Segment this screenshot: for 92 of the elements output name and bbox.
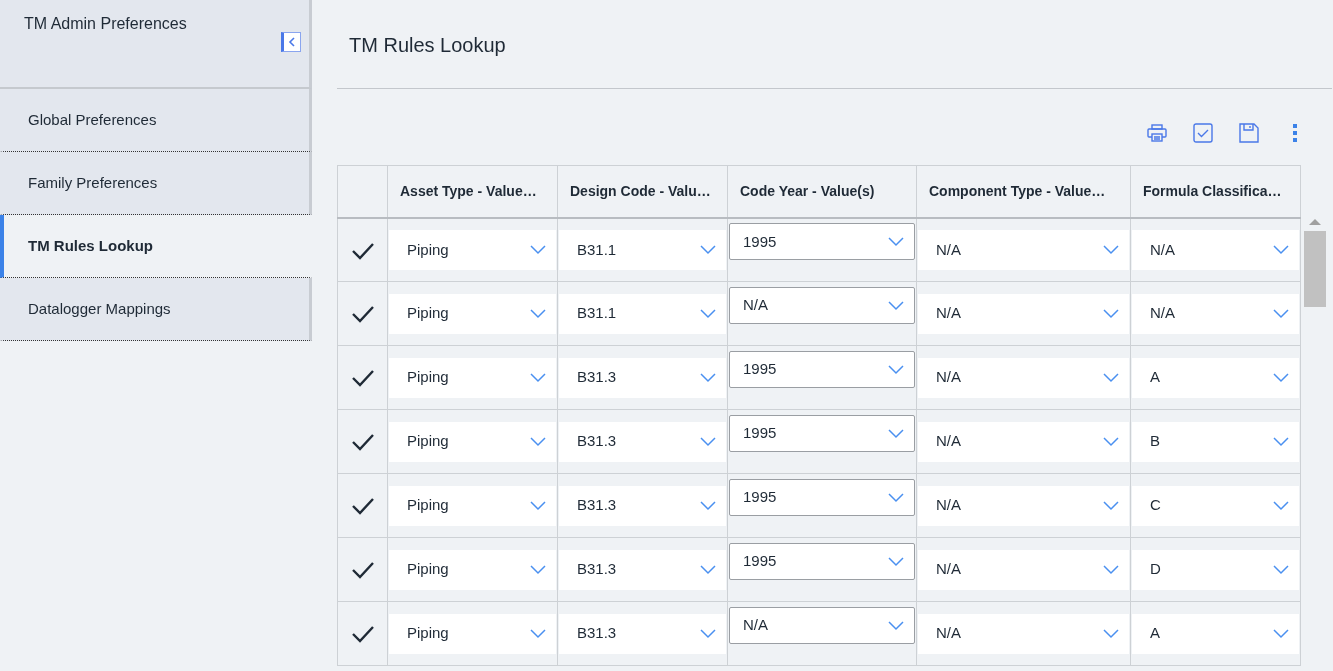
dropdown-field[interactable]: Piping (389, 549, 556, 590)
printer-icon (1147, 124, 1167, 142)
dropdown-field[interactable]: N/A (918, 485, 1129, 526)
more-icon (1292, 123, 1298, 143)
dropdown-field[interactable]: Piping (389, 613, 556, 654)
chevron-down-icon (1103, 628, 1119, 639)
page-title: TM Rules Lookup (349, 33, 507, 58)
checkbox-icon (1193, 123, 1213, 143)
combo-box[interactable]: 1995 (729, 479, 915, 516)
combo-box[interactable]: 1995 (729, 415, 915, 452)
combo-box[interactable]: 1995 (729, 351, 915, 388)
dropdown-field[interactable]: Piping (389, 485, 556, 526)
chevron-down-icon (1103, 500, 1119, 511)
collapse-button[interactable] (281, 32, 301, 52)
chevron-down-icon (530, 628, 546, 639)
dropdown-field[interactable]: C (1132, 485, 1299, 526)
chevron-down-icon (1103, 372, 1119, 383)
dropdown-field[interactable]: Piping (389, 421, 556, 462)
dropdown-field[interactable]: N/A (918, 421, 1129, 462)
dropdown-field[interactable]: A (1132, 613, 1299, 654)
column-header[interactable]: Asset Type - Value… (387, 165, 558, 218)
chevron-left-icon (288, 37, 296, 47)
sidebar-item[interactable]: Datalogger Mappings (0, 278, 312, 341)
dropdown-field[interactable]: B (1132, 421, 1299, 462)
dropdown-field[interactable]: N/A (918, 293, 1129, 334)
chevron-down-icon (1273, 500, 1289, 511)
chevron-down-icon (530, 436, 546, 447)
scroll-up-icon[interactable] (1308, 218, 1321, 225)
select-button[interactable] (1191, 121, 1215, 145)
dropdown-field[interactable]: B31.3 (559, 549, 726, 590)
combo-box[interactable]: 1995 (729, 223, 915, 261)
chevron-down-icon (700, 564, 716, 575)
sidebar-item[interactable]: TM Rules Lookup (0, 215, 312, 278)
chevron-down-icon (888, 492, 904, 503)
combo-box[interactable]: N/A (729, 287, 915, 324)
column-header[interactable]: Design Code - Valu… (557, 165, 728, 218)
combo-box[interactable]: 1995 (729, 543, 915, 580)
chevron-down-icon (1103, 308, 1119, 319)
dropdown-field[interactable]: Piping (389, 229, 556, 270)
column-header[interactable]: Component Type - Value… (916, 165, 1131, 218)
chevron-down-icon (700, 436, 716, 447)
chevron-down-icon (700, 500, 716, 511)
chevron-down-icon (700, 308, 716, 319)
dropdown-field[interactable]: N/A (918, 613, 1129, 654)
scrollbar-thumb[interactable] (1303, 231, 1326, 307)
chevron-down-icon (530, 564, 546, 575)
combo-box[interactable]: N/A (729, 607, 915, 644)
dropdown-field[interactable]: B31.3 (559, 357, 726, 398)
chevron-down-icon (1273, 372, 1289, 383)
chevron-down-icon (530, 372, 546, 383)
column-header[interactable]: Formula Classifica… (1130, 165, 1301, 218)
chevron-down-icon (1103, 436, 1119, 447)
chevron-down-icon (888, 300, 904, 311)
print-button[interactable] (1145, 121, 1169, 145)
dropdown-field[interactable]: N/A (1132, 293, 1299, 334)
dropdown-field[interactable]: B31.1 (559, 293, 726, 334)
dropdown-field[interactable]: B31.3 (559, 613, 726, 654)
chevron-down-icon (530, 244, 546, 255)
chevron-down-icon (888, 556, 904, 567)
dropdown-field[interactable]: B31.3 (559, 485, 726, 526)
save-button[interactable] (1237, 121, 1261, 145)
dropdown-field[interactable]: A (1132, 357, 1299, 398)
chevron-down-icon (1103, 564, 1119, 575)
chevron-down-icon (530, 500, 546, 511)
chevron-down-icon (700, 628, 716, 639)
chevron-down-icon (1273, 244, 1289, 255)
chevron-down-icon (888, 428, 904, 439)
chevron-down-icon (1273, 628, 1289, 639)
save-icon (1239, 123, 1259, 143)
column-header[interactable]: Code Year - Value(s) (727, 165, 917, 218)
chevron-down-icon (1103, 244, 1119, 255)
dropdown-field[interactable]: B31.1 (559, 229, 726, 270)
chevron-down-icon (530, 308, 546, 319)
chevron-down-icon (888, 620, 904, 631)
dropdown-field[interactable]: B31.3 (559, 421, 726, 462)
sidebar-title: TM Admin Preferences (24, 14, 187, 34)
dropdown-field[interactable]: N/A (918, 357, 1129, 398)
chevron-down-icon (700, 244, 716, 255)
chevron-down-icon (1273, 308, 1289, 319)
chevron-down-icon (1273, 436, 1289, 447)
dropdown-field[interactable]: N/A (918, 229, 1129, 270)
chevron-down-icon (1273, 564, 1289, 575)
sidebar-item[interactable]: Global Preferences (0, 89, 312, 152)
chevron-down-icon (700, 372, 716, 383)
chevron-down-icon (888, 236, 904, 247)
dropdown-field[interactable]: Piping (389, 357, 556, 398)
chevron-down-icon (888, 364, 904, 375)
dropdown-field[interactable]: N/A (918, 549, 1129, 590)
dropdown-field[interactable]: N/A (1132, 229, 1299, 270)
dropdown-field[interactable]: D (1132, 549, 1299, 590)
sidebar-item[interactable]: Family Preferences (0, 152, 312, 215)
dropdown-field[interactable]: Piping (389, 293, 556, 334)
